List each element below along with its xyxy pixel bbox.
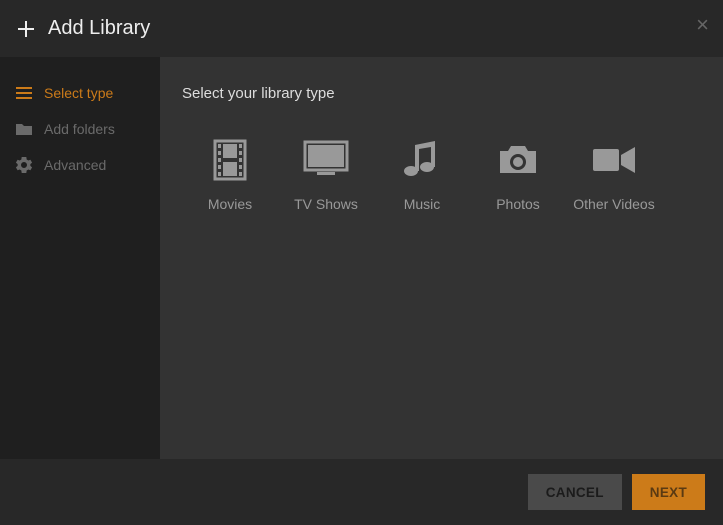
dialog-title: Add Library — [48, 17, 150, 40]
step-add-folders[interactable]: Add folders — [0, 111, 160, 147]
cancel-button[interactable]: CANCEL — [528, 474, 622, 510]
add-library-dialog: Add Library × Select type Add folders — [0, 0, 723, 525]
library-type-label: Movies — [208, 196, 252, 212]
dialog-footer: CANCEL NEXT — [0, 459, 723, 525]
film-icon — [206, 136, 254, 184]
next-button[interactable]: NEXT — [632, 474, 705, 510]
dialog-header: Add Library × — [0, 0, 723, 57]
close-icon[interactable]: × — [696, 14, 709, 36]
folder-icon — [16, 122, 34, 136]
plus-icon — [16, 19, 36, 39]
main-panel: Select your library type Movies TV Shows — [160, 57, 723, 459]
step-advanced[interactable]: Advanced — [0, 147, 160, 183]
library-type-music[interactable]: Music — [374, 136, 470, 212]
step-label: Advanced — [44, 157, 106, 173]
library-type-tv-shows[interactable]: TV Shows — [278, 136, 374, 212]
step-label: Select type — [44, 85, 113, 101]
step-label: Add folders — [44, 121, 115, 137]
library-type-label: Photos — [496, 196, 540, 212]
step-select-type[interactable]: Select type — [0, 75, 160, 111]
library-type-other-videos[interactable]: Other Videos — [566, 136, 662, 212]
library-type-list: Movies TV Shows Music — [182, 136, 701, 212]
gear-icon — [16, 157, 34, 173]
library-type-label: Other Videos — [573, 196, 654, 212]
list-icon — [16, 86, 34, 100]
library-type-movies[interactable]: Movies — [182, 136, 278, 212]
tv-icon — [302, 136, 350, 184]
library-type-photos[interactable]: Photos — [470, 136, 566, 212]
music-icon — [398, 136, 446, 184]
library-type-label: Music — [404, 196, 441, 212]
camera-icon — [494, 136, 542, 184]
video-camera-icon — [590, 136, 638, 184]
library-type-label: TV Shows — [294, 196, 358, 212]
wizard-steps-sidebar: Select type Add folders Advanced — [0, 57, 160, 459]
dialog-body: Select type Add folders Advanced Select … — [0, 57, 723, 459]
prompt-text: Select your library type — [182, 85, 701, 102]
